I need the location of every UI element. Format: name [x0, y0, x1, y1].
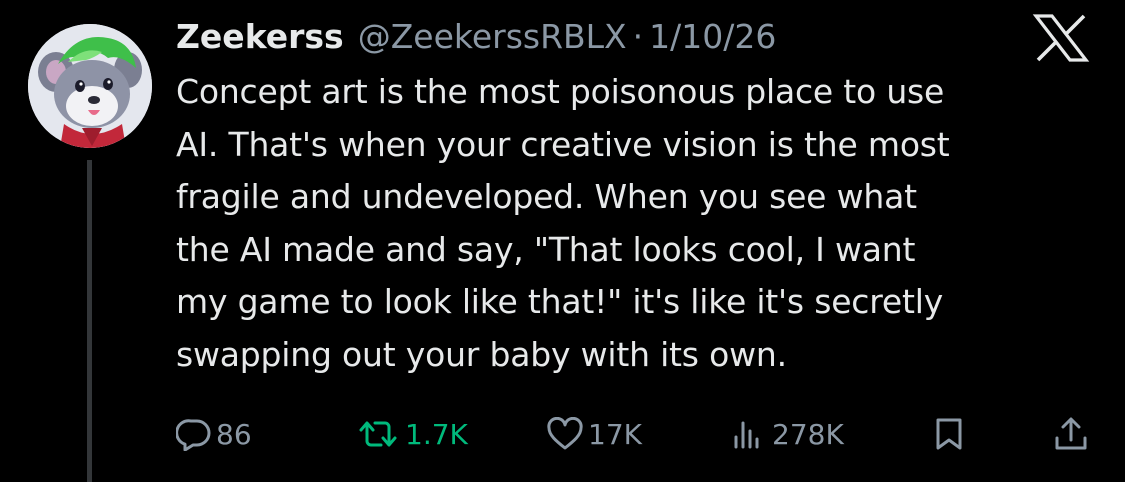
tweet-text-line: the AI made and say, "That looks cool, I… [176, 229, 916, 269]
user-handle[interactable]: @ZeekerssRBLX [358, 12, 627, 62]
tweet-text: Concept art is the most poisonous place … [176, 66, 1106, 381]
display-name[interactable]: Zeekerss [176, 12, 344, 62]
action-bar: 86 1.7K 17K 278K [0, 412, 1125, 456]
reply-button[interactable]: 86 [176, 412, 252, 456]
reply-count: 86 [216, 417, 252, 451]
share-button[interactable] [1053, 412, 1089, 456]
views-icon [730, 417, 768, 451]
tweet-text-line: swapping out your baby with its own. [176, 334, 787, 374]
tweet-text-line: AI. That's when your creative vision is … [176, 124, 950, 164]
reply-icon [176, 417, 212, 451]
bookmark-icon [932, 416, 966, 452]
avatar-illustration [28, 24, 152, 148]
like-count: 17K [588, 417, 642, 451]
share-icon [1053, 416, 1089, 452]
tweet-card: Zeekerss @ZeekerssRBLX · 1/10/26 Concept… [0, 0, 1125, 482]
x-logo-icon [1032, 14, 1090, 62]
bookmark-button[interactable] [932, 412, 966, 456]
like-button[interactable]: 17K [546, 412, 642, 456]
tweet-text-line: Concept art is the most poisonous place … [176, 72, 945, 111]
view-count: 278K [772, 417, 844, 451]
repost-button[interactable]: 1.7K [355, 412, 468, 456]
repost-icon [355, 417, 401, 451]
tweet-header: Zeekerss @ZeekerssRBLX · 1/10/26 [176, 12, 776, 62]
tweet-text-line: my game to look like that!" it's like it… [176, 282, 944, 321]
separator-dot: · [632, 17, 644, 56]
views-button[interactable]: 278K [730, 412, 844, 456]
heart-icon [546, 417, 584, 451]
tweet-date[interactable]: 1/10/26 [649, 12, 776, 62]
avatar[interactable] [28, 24, 152, 148]
repost-count: 1.7K [405, 417, 468, 451]
tweet-text-line: fragile and undeveloped. When you see wh… [176, 177, 917, 216]
